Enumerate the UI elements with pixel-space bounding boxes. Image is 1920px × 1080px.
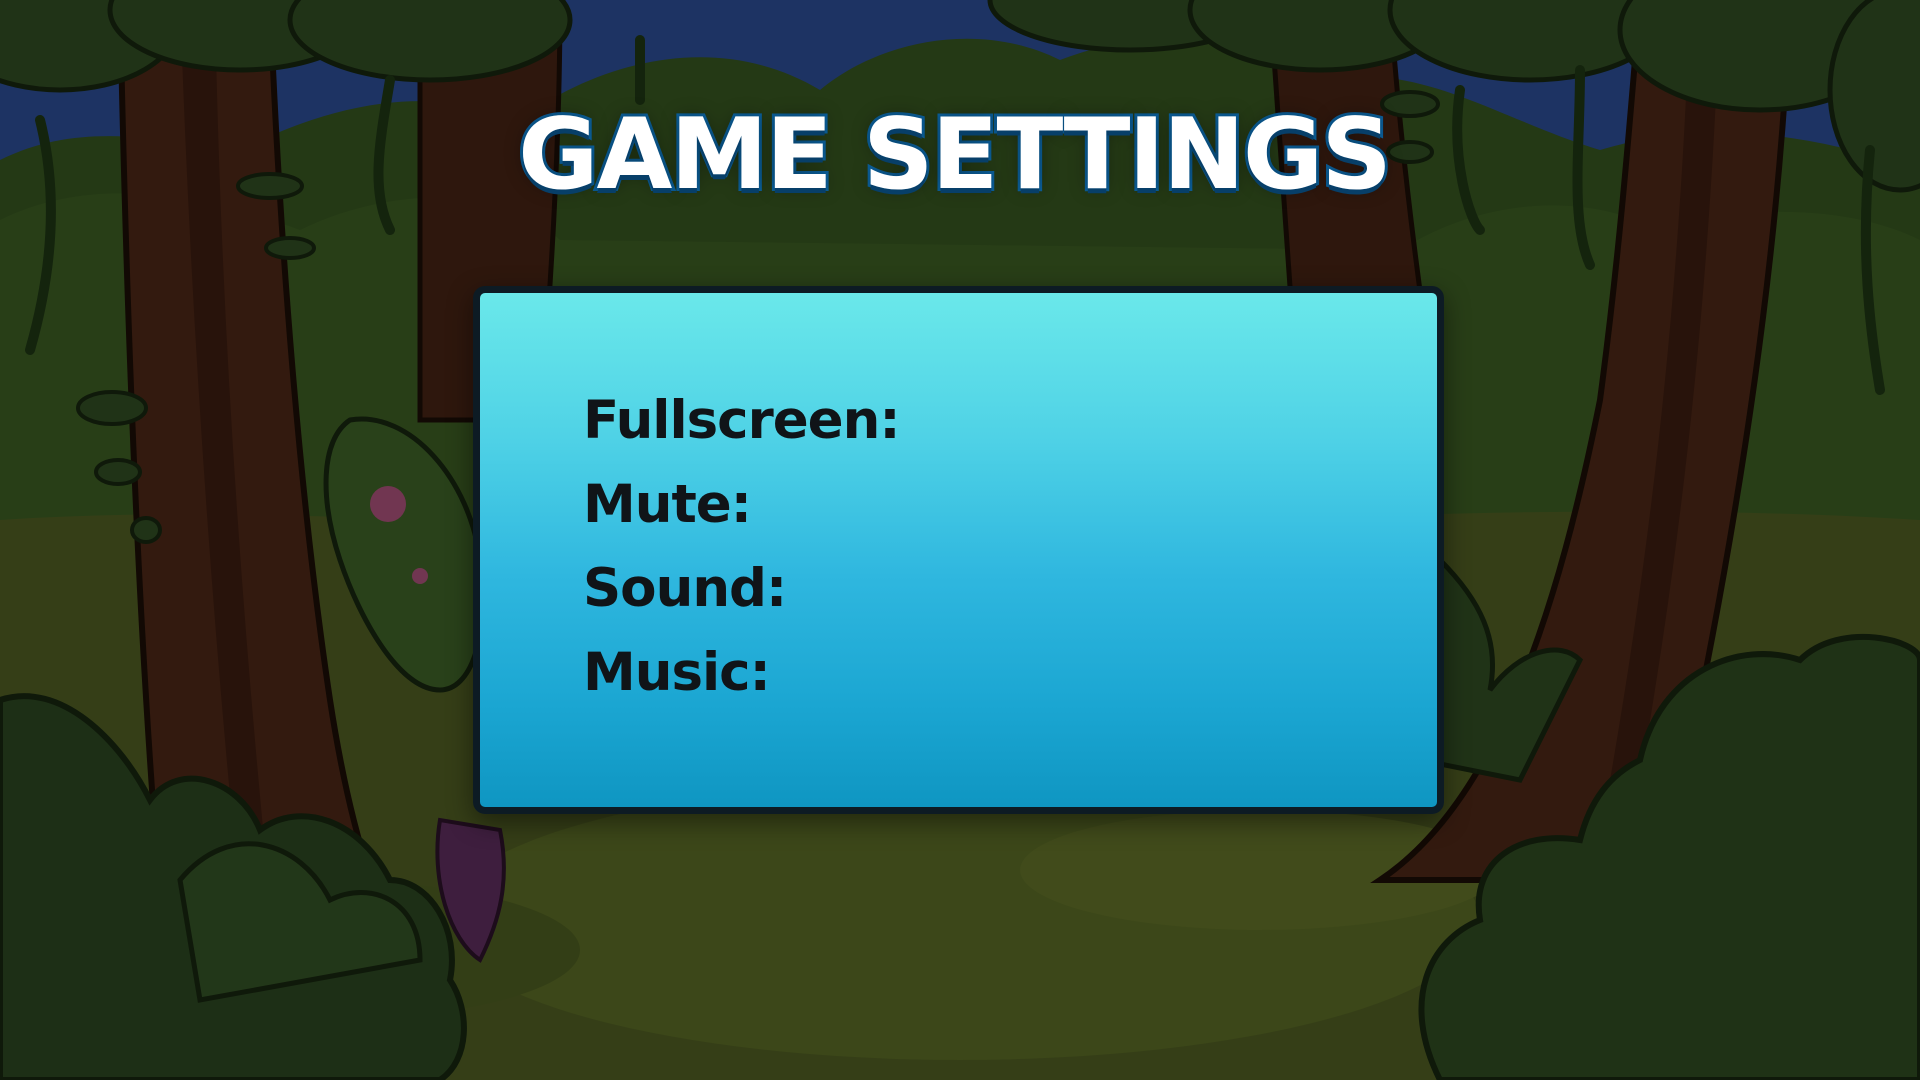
settings-panel: Fullscreen: Mute: Sound: Music: [473, 286, 1444, 814]
setting-row-sound[interactable]: Sound: [583, 547, 900, 631]
setting-row-fullscreen[interactable]: Fullscreen: [583, 379, 901, 463]
setting-label-music: Music: [583, 642, 771, 703]
setting-label-mute: Mute: [583, 474, 752, 535]
page-title: GAME SETTINGS [515, 95, 1395, 215]
setting-row-mute[interactable]: Mute: [583, 463, 900, 547]
setting-label-fullscreen: Fullscreen: [583, 390, 901, 451]
game-settings-screen: GAME SETTINGS Fullscreen: Mute: Sound: M… [0, 0, 1920, 1080]
setting-label-sound: Sound: [583, 558, 787, 619]
settings-list: Fullscreen: Mute: Sound: Music: [583, 379, 901, 715]
setting-row-music[interactable]: Music: [583, 631, 900, 715]
